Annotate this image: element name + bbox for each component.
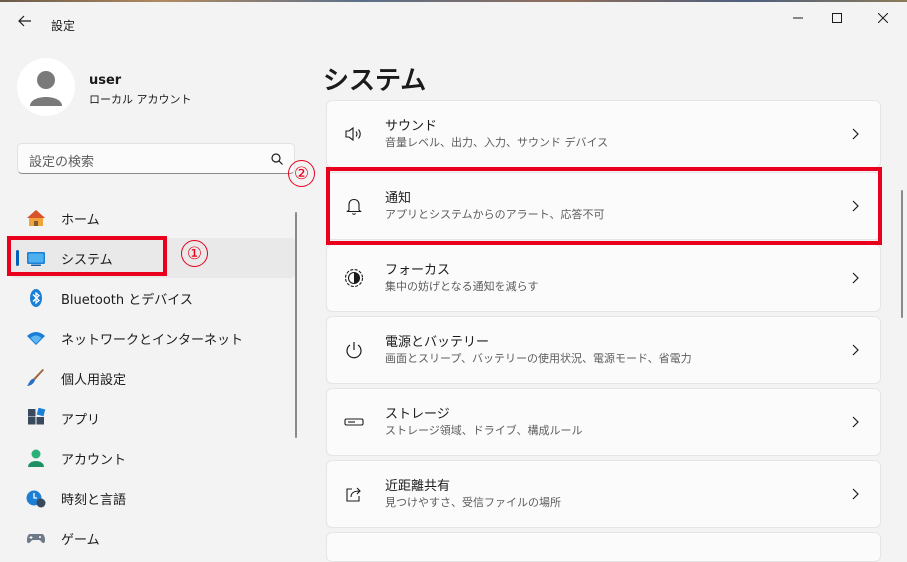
speaker-icon xyxy=(345,126,361,142)
annotation-step-1: ① xyxy=(181,240,208,267)
chevron-right-icon xyxy=(852,128,859,140)
user-silhouette-icon xyxy=(30,71,62,106)
card-title: ストレージ xyxy=(385,407,450,422)
card-subtitle: 画面とスリープ、バッテリーの使用状況、電源モード、省電力 xyxy=(385,352,692,365)
sidebar-item-label: ホーム xyxy=(61,213,100,228)
apps-icon xyxy=(28,408,46,425)
card-title: 近距離共有 xyxy=(385,479,451,494)
sidebar-scrollbar[interactable] xyxy=(295,212,297,438)
bluetooth-icon xyxy=(30,289,42,307)
window-title: 設定 xyxy=(51,19,76,33)
chevron-right-icon xyxy=(852,272,859,284)
sidebar-item-personalization[interactable]: 個人用設定 xyxy=(10,358,296,398)
arrow-left-icon xyxy=(18,15,31,27)
back-button[interactable] xyxy=(14,10,36,32)
focus-icon xyxy=(344,268,364,288)
settings-card-partial[interactable] xyxy=(326,532,881,562)
sidebar-item-label: ゲーム xyxy=(61,533,100,548)
card-subtitle: 音量レベル、出力、入力、サウンド デバイス xyxy=(385,136,609,149)
card-subtitle: 見つけやすさ、受信ファイルの場所 xyxy=(385,496,561,509)
time-language-icon xyxy=(26,490,46,508)
card-title: サウンド xyxy=(385,119,438,134)
storage-icon xyxy=(344,418,364,426)
close-icon xyxy=(878,13,888,23)
settings-card-focus[interactable]: フォーカス 集中の妨げとなる通知を減らす xyxy=(326,244,881,312)
sidebar-item-label: Bluetooth とデバイス xyxy=(61,293,193,308)
sidebar-item-bluetooth[interactable]: Bluetooth とデバイス xyxy=(10,278,296,318)
close-button[interactable] xyxy=(863,4,903,32)
settings-card-sound[interactable]: サウンド 音量レベル、出力、入力、サウンド デバイス xyxy=(326,100,881,168)
avatar[interactable] xyxy=(17,58,75,116)
account-icon xyxy=(28,449,44,467)
card-subtitle: 集中の妨げとなる通知を減らす xyxy=(385,280,539,293)
sidebar-item-label: アカウント xyxy=(61,453,127,468)
sidebar-item-gaming[interactable]: ゲーム xyxy=(10,518,296,558)
wifi-icon xyxy=(27,332,45,345)
search-input[interactable]: 設定の検索 xyxy=(17,143,295,174)
gamepad-icon xyxy=(26,534,46,544)
annotation-highlight-system xyxy=(7,236,167,276)
sidebar-item-label: 時刻と言語 xyxy=(61,493,127,508)
share-icon xyxy=(346,487,361,502)
profile-name: user xyxy=(89,73,122,88)
home-icon xyxy=(27,210,45,226)
minimize-icon xyxy=(793,17,803,19)
settings-card-power[interactable]: 電源とバッテリー 画面とスリープ、バッテリーの使用状況、電源モード、省電力 xyxy=(326,316,881,384)
sidebar-item-label: ネットワークとインターネット xyxy=(61,333,244,348)
page-title: システム xyxy=(323,66,427,96)
power-icon xyxy=(346,342,362,359)
maximize-button[interactable] xyxy=(817,4,857,32)
paintbrush-icon xyxy=(27,369,44,386)
search-icon xyxy=(271,153,283,165)
profile-account-type: ローカル アカウント xyxy=(89,93,192,106)
sidebar-item-home[interactable]: ホーム xyxy=(10,198,296,238)
sidebar-item-network[interactable]: ネットワークとインターネット xyxy=(10,318,296,358)
chevron-right-icon xyxy=(852,344,859,356)
annotation-step-2: ② xyxy=(288,160,315,187)
sidebar-item-accounts[interactable]: アカウント xyxy=(10,438,296,478)
sidebar-item-time-language[interactable]: 時刻と言語 xyxy=(10,478,296,518)
card-title: 電源とバッテリー xyxy=(385,335,490,350)
sidebar-item-label: 個人用設定 xyxy=(61,373,127,388)
settings-card-storage[interactable]: ストレージ ストレージ領域、ドライブ、構成ルール xyxy=(326,388,881,456)
minimize-button[interactable] xyxy=(778,4,818,32)
settings-card-nearby-sharing[interactable]: 近距離共有 見つけやすさ、受信ファイルの場所 xyxy=(326,460,881,528)
sidebar-item-label: アプリ xyxy=(61,413,101,428)
annotation-highlight-notifications xyxy=(326,167,882,245)
sidebar-item-apps[interactable]: アプリ xyxy=(10,398,296,438)
card-title: フォーカス xyxy=(385,263,451,278)
search-placeholder: 設定の検索 xyxy=(29,155,95,170)
chevron-right-icon xyxy=(852,416,859,428)
card-subtitle: ストレージ領域、ドライブ、構成ルール xyxy=(385,424,583,437)
maximize-icon xyxy=(832,13,842,23)
settings-window: 設定 user ローカル アカウント 設定の検索 ホーム システム Blueto… xyxy=(0,2,907,562)
chevron-right-icon xyxy=(852,488,859,500)
main-scrollbar[interactable] xyxy=(901,190,903,318)
